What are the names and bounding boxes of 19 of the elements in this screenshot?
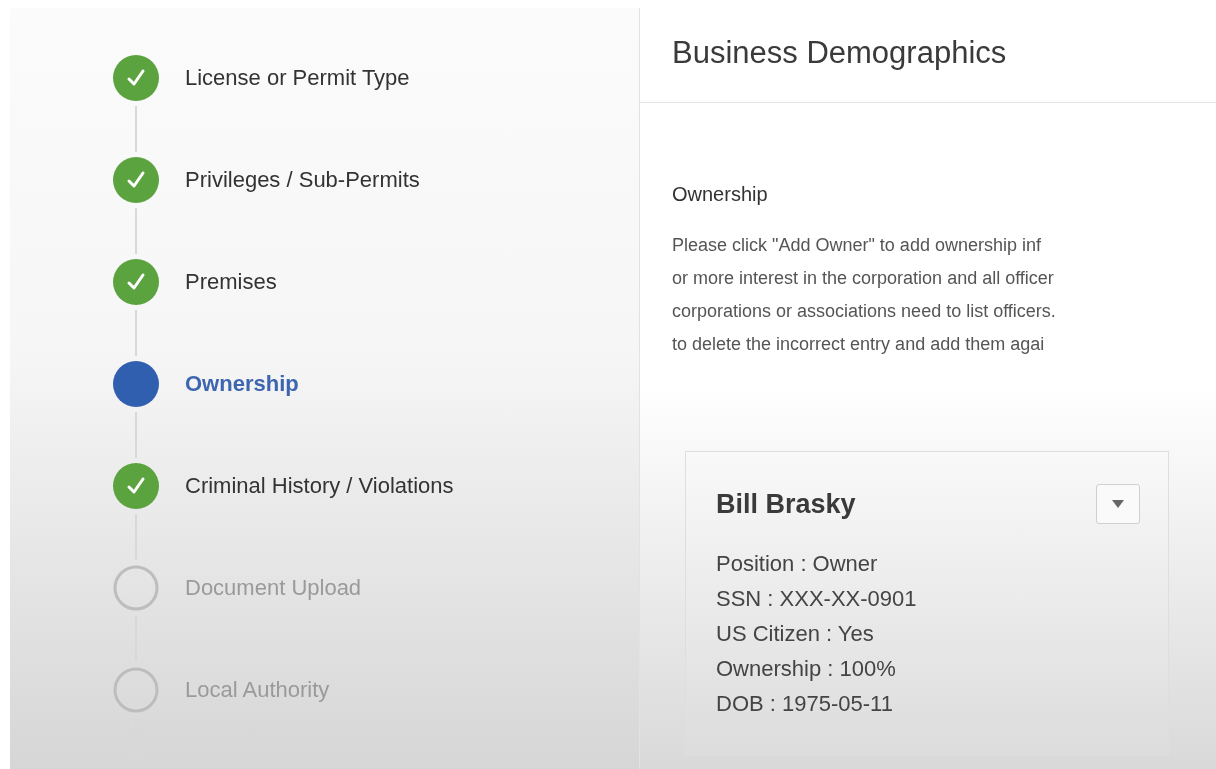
- step-link[interactable]: Criminal History / Violations: [185, 473, 454, 499]
- instruction-text: to delete the incorrect entry and add them agai: [672, 333, 1046, 356]
- page-title: Business Demographics: [672, 34, 1008, 72]
- step-link[interactable]: Privileges / Sub-Permits: [185, 167, 420, 193]
- owner-name: Bill Brasky: [716, 488, 856, 520]
- owner-detail: Ownership : 100%: [716, 655, 897, 683]
- caret-icon: [1112, 500, 1124, 508]
- section-title: Ownership: [672, 182, 769, 207]
- dropdown-button[interactable]: [1096, 484, 1140, 524]
- owner-detail: DOB : 1975-05-11: [716, 690, 894, 718]
- step-link[interactable]: Ownership: [185, 371, 299, 397]
- owner-detail: Position : Owner: [716, 550, 879, 578]
- instruction-text: or more interest in the corporation and all officer: [672, 267, 1055, 290]
- instruction-text: corporations or associations need to list officers.: [672, 300, 1057, 323]
- step-link[interactable]: License or Permit Type: [185, 65, 410, 91]
- step-link[interactable]: Premises: [185, 269, 277, 295]
- owner-detail: US Citizen : Yes: [716, 620, 875, 648]
- instruction-text: Please click "Add Owner" to add ownership inf: [672, 234, 1042, 257]
- owner-detail: SSN : XXX-XX-0901: [716, 585, 918, 613]
